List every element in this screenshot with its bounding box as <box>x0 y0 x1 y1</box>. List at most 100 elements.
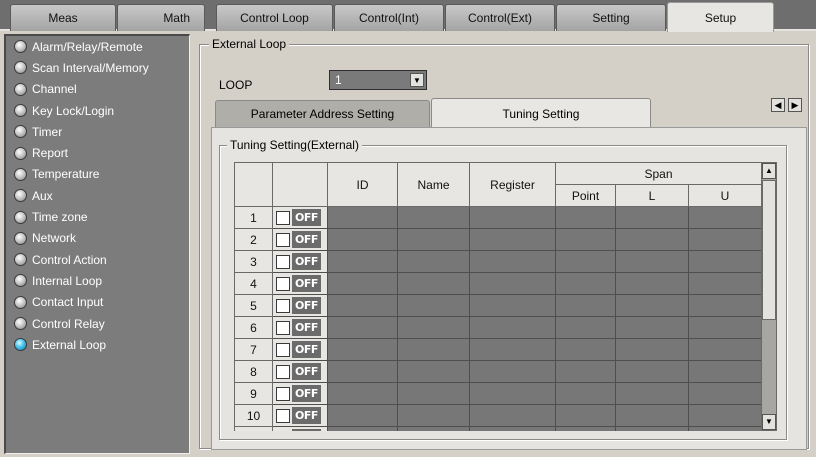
chevron-down-icon[interactable]: ▼ <box>410 73 424 87</box>
tab-setup[interactable]: Setup <box>667 2 774 32</box>
id-cell[interactable] <box>327 404 398 427</box>
table-row[interactable]: 4 OFF <box>234 272 761 295</box>
u-cell[interactable] <box>687 272 761 295</box>
table-row[interactable]: 1 OFF <box>234 206 761 229</box>
sidebar-item-network[interactable]: Network <box>6 228 189 249</box>
name-cell[interactable] <box>397 294 470 317</box>
enable-checkbox[interactable] <box>276 430 290 431</box>
table-row[interactable]: 8 OFF <box>234 360 761 383</box>
point-cell[interactable] <box>555 360 616 383</box>
register-cell[interactable] <box>469 426 556 431</box>
sidebar-item-control-relay[interactable]: Control Relay <box>6 313 189 334</box>
tab-control-ext[interactable]: Control(Ext) <box>445 4 555 31</box>
l-cell[interactable] <box>615 360 689 383</box>
l-cell[interactable] <box>615 250 689 273</box>
register-cell[interactable] <box>469 360 556 383</box>
tab-tuning-setting[interactable]: Tuning Setting <box>431 98 651 128</box>
id-cell[interactable] <box>327 250 398 273</box>
register-cell[interactable] <box>469 294 556 317</box>
table-row[interactable]: 9 OFF <box>234 382 761 405</box>
table-row[interactable]: 7 OFF <box>234 338 761 361</box>
enable-cell[interactable]: OFF <box>272 382 328 405</box>
id-cell[interactable] <box>327 338 398 361</box>
id-cell[interactable] <box>327 316 398 339</box>
enable-cell[interactable]: OFF <box>272 404 328 427</box>
arrow-right-icon[interactable]: ▶ <box>788 98 802 112</box>
sidebar-item-report[interactable]: Report <box>6 142 189 163</box>
table-row[interactable]: 3 OFF <box>234 250 761 273</box>
name-cell[interactable] <box>397 272 470 295</box>
point-cell[interactable] <box>555 206 616 229</box>
sidebar-item-key-lock-login[interactable]: Key Lock/Login <box>6 100 189 121</box>
l-cell[interactable] <box>615 426 689 431</box>
l-cell[interactable] <box>615 294 689 317</box>
sidebar-item-channel[interactable]: Channel <box>6 79 189 100</box>
scroll-down-icon[interactable]: ▼ <box>762 414 776 430</box>
point-cell[interactable] <box>555 404 616 427</box>
register-cell[interactable] <box>469 272 556 295</box>
enable-cell[interactable]: OFF <box>272 206 328 229</box>
tab-control-int[interactable]: Control(Int) <box>334 4 444 31</box>
sidebar-item-control-action[interactable]: Control Action <box>6 249 189 270</box>
sidebar-item-aux[interactable]: Aux <box>6 185 189 206</box>
l-cell[interactable] <box>615 382 689 405</box>
enable-checkbox[interactable] <box>276 298 290 313</box>
sidebar-item-temperature[interactable]: Temperature <box>6 164 189 185</box>
register-cell[interactable] <box>469 382 556 405</box>
enable-checkbox[interactable] <box>276 320 290 335</box>
id-cell[interactable] <box>327 228 398 251</box>
enable-checkbox[interactable] <box>276 342 290 357</box>
u-cell[interactable] <box>687 360 761 383</box>
tab-math[interactable]: Math <box>117 4 205 31</box>
tab-meas[interactable]: Meas <box>10 4 116 31</box>
id-cell[interactable] <box>327 294 398 317</box>
table-row[interactable]: 10 OFF <box>234 404 761 427</box>
tab-control-loop[interactable]: Control Loop <box>216 4 333 31</box>
enable-checkbox[interactable] <box>276 254 290 269</box>
sidebar-item-alarm-relay-remote[interactable]: Alarm/Relay/Remote <box>6 36 189 57</box>
enable-cell[interactable]: OFF <box>272 426 328 431</box>
vertical-scrollbar[interactable]: ▲ ▼ <box>761 162 777 431</box>
scrollbar-thumb[interactable] <box>762 180 776 320</box>
table-row[interactable]: 11 OFF <box>234 426 761 431</box>
sidebar-item-internal-loop[interactable]: Internal Loop <box>6 270 189 291</box>
name-cell[interactable] <box>397 360 470 383</box>
point-cell[interactable] <box>555 272 616 295</box>
name-cell[interactable] <box>397 250 470 273</box>
point-cell[interactable] <box>555 338 616 361</box>
enable-cell[interactable]: OFF <box>272 316 328 339</box>
enable-cell[interactable]: OFF <box>272 272 328 295</box>
enable-checkbox[interactable] <box>276 232 290 247</box>
point-cell[interactable] <box>555 426 616 431</box>
id-cell[interactable] <box>327 360 398 383</box>
point-cell[interactable] <box>555 382 616 405</box>
id-cell[interactable] <box>327 382 398 405</box>
name-cell[interactable] <box>397 338 470 361</box>
name-cell[interactable] <box>397 404 470 427</box>
table-row[interactable]: 5 OFF <box>234 294 761 317</box>
u-cell[interactable] <box>687 338 761 361</box>
point-cell[interactable] <box>555 228 616 251</box>
u-cell[interactable] <box>687 228 761 251</box>
name-cell[interactable] <box>397 206 470 229</box>
l-cell[interactable] <box>615 206 689 229</box>
u-cell[interactable] <box>687 404 761 427</box>
register-cell[interactable] <box>469 250 556 273</box>
enable-cell[interactable]: OFF <box>272 294 328 317</box>
tab-parameter-address-setting[interactable]: Parameter Address Setting <box>215 100 430 127</box>
register-cell[interactable] <box>469 338 556 361</box>
l-cell[interactable] <box>615 228 689 251</box>
loop-select[interactable]: 1 ▼ <box>329 70 427 90</box>
id-cell[interactable] <box>327 206 398 229</box>
l-cell[interactable] <box>615 404 689 427</box>
u-cell[interactable] <box>687 426 761 431</box>
tab-setting[interactable]: Setting <box>556 4 666 31</box>
u-cell[interactable] <box>687 316 761 339</box>
scroll-up-icon[interactable]: ▲ <box>762 163 776 179</box>
u-cell[interactable] <box>687 206 761 229</box>
sidebar-item-time-zone[interactable]: Time zone <box>6 206 189 227</box>
table-row[interactable]: 6 OFF <box>234 316 761 339</box>
u-cell[interactable] <box>687 294 761 317</box>
sidebar-item-scan-interval-memory[interactable]: Scan Interval/Memory <box>6 57 189 78</box>
l-cell[interactable] <box>615 338 689 361</box>
